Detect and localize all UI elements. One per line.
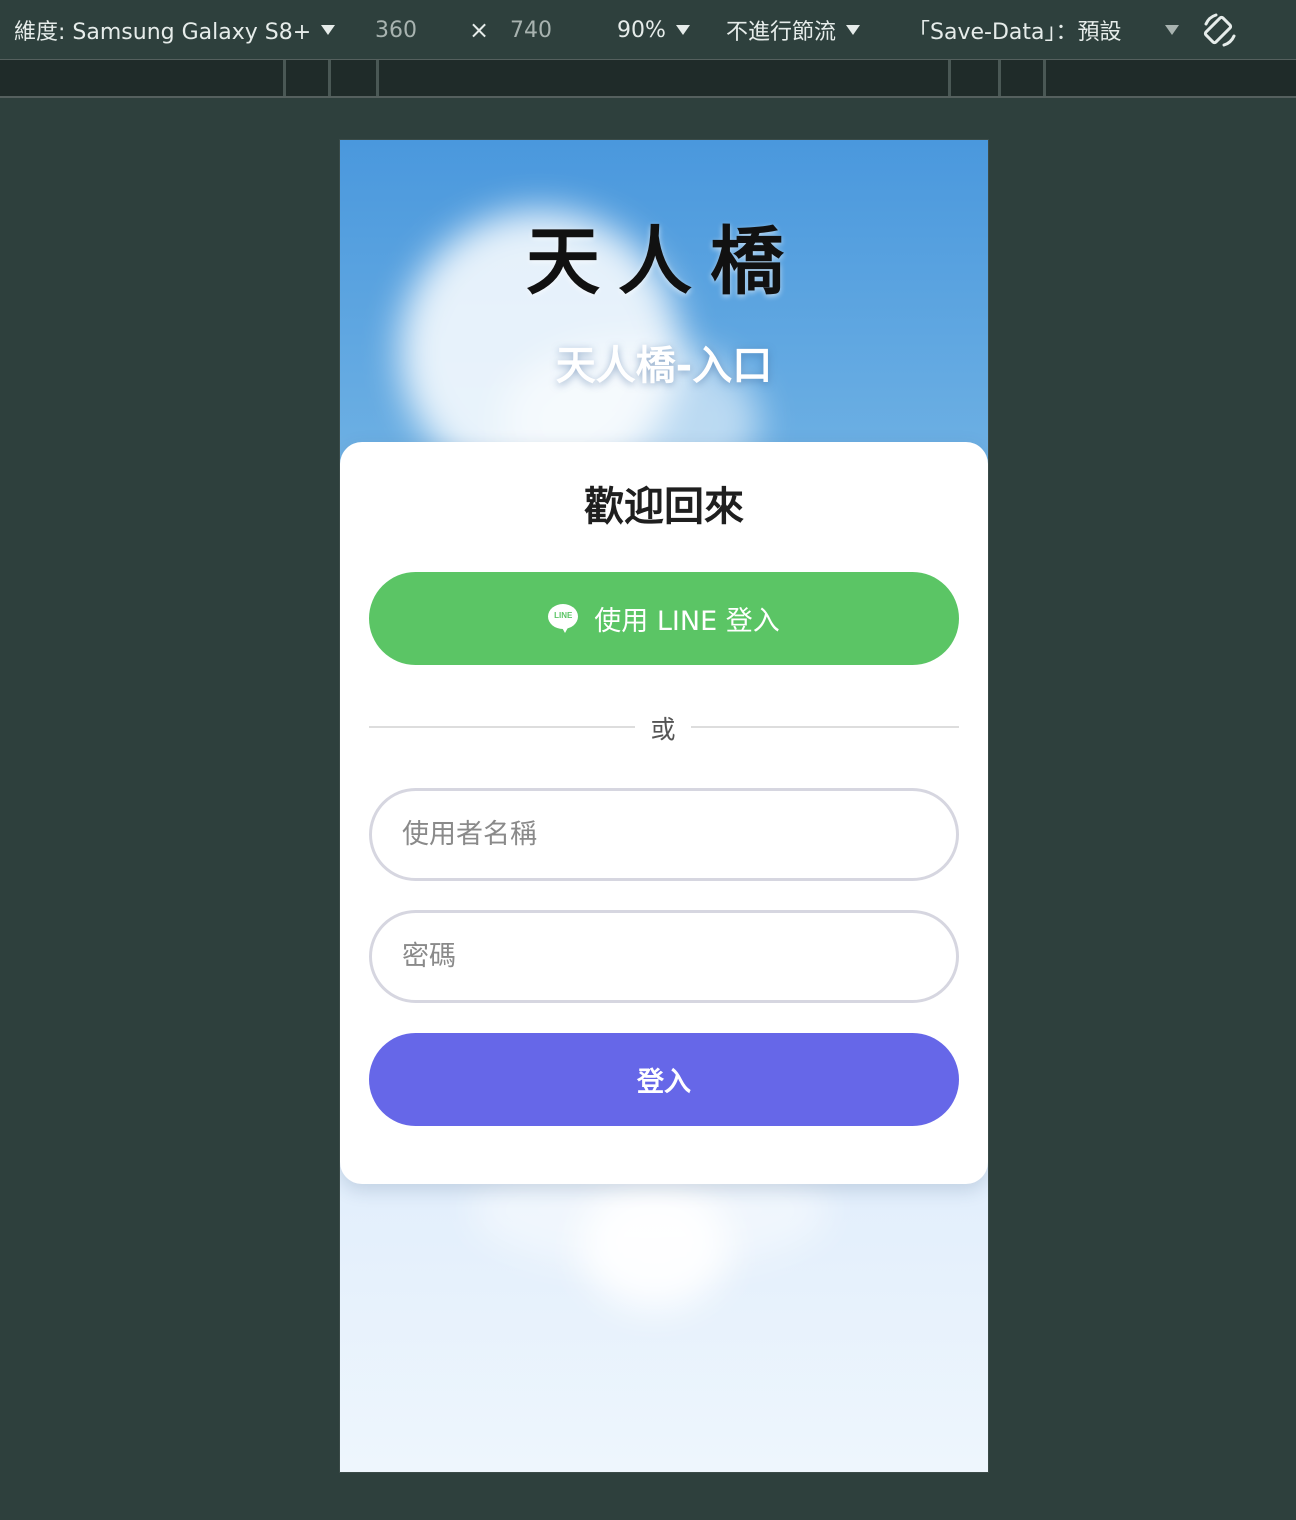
login-button-label: 登入 <box>637 1067 691 1098</box>
site-logo: 天人橋 <box>526 219 802 305</box>
ruler-tick[interactable] <box>376 60 379 96</box>
ruler-tick[interactable] <box>998 60 1001 96</box>
rotate-device-icon <box>1203 13 1236 47</box>
page-subtitle: 天人橋-入口 <box>555 343 773 389</box>
width-input[interactable]: 360 <box>375 0 417 60</box>
line-login-label: 使用 LINE 登入 <box>594 606 780 637</box>
password-input[interactable] <box>369 910 959 1003</box>
ruler-tick[interactable] <box>328 60 331 96</box>
dimensions-label: 維度: Samsung Galaxy S8+ <box>14 20 312 45</box>
device-viewport: 天人橋 天人橋-入口 歡迎回來 LINE 使用 LINE 登入 或 登入 <box>340 140 988 1472</box>
save-data-dropdown[interactable]: 「Save-Data」：預設 <box>908 0 1121 60</box>
save-data-caret[interactable] <box>1165 0 1179 60</box>
cloud-decoration <box>580 1180 730 1310</box>
card-title: 歡迎回來 <box>584 484 744 530</box>
chevron-down-icon <box>321 25 336 35</box>
rotate-button[interactable] <box>1200 0 1240 60</box>
times-separator: × <box>469 16 490 44</box>
login-card: 歡迎回來 LINE 使用 LINE 登入 或 登入 <box>340 442 988 1184</box>
devtools-device-toolbar: 維度: Samsung Galaxy S8+ 360 × 740 90% 不進行… <box>0 0 1296 60</box>
height-input[interactable]: 740 <box>510 0 552 60</box>
chevron-down-icon <box>1165 25 1179 35</box>
line-login-button[interactable]: LINE 使用 LINE 登入 <box>369 572 959 665</box>
login-button[interactable]: 登入 <box>369 1033 959 1126</box>
line-icon: LINE <box>548 603 579 634</box>
ruler-tick[interactable] <box>948 60 951 96</box>
username-input[interactable] <box>369 788 959 881</box>
dimensions-dropdown[interactable]: 維度: Samsung Galaxy S8+ <box>14 0 336 60</box>
divider-line <box>691 726 959 728</box>
chevron-down-icon <box>675 25 690 35</box>
divider-line <box>369 726 635 728</box>
save-data-label: 「Save-Data」：預設 <box>908 20 1122 45</box>
throttling-dropdown[interactable]: 不進行節流 <box>726 0 861 60</box>
zoom-label: 90% <box>617 17 666 43</box>
media-query-ruler <box>0 60 1296 98</box>
chevron-down-icon <box>846 25 861 35</box>
ruler-tick[interactable] <box>1043 60 1046 96</box>
throttling-label: 不進行節流 <box>726 20 837 45</box>
ruler-tick[interactable] <box>283 60 286 96</box>
zoom-dropdown[interactable]: 90% <box>617 0 690 60</box>
divider-text: 或 <box>650 715 676 744</box>
